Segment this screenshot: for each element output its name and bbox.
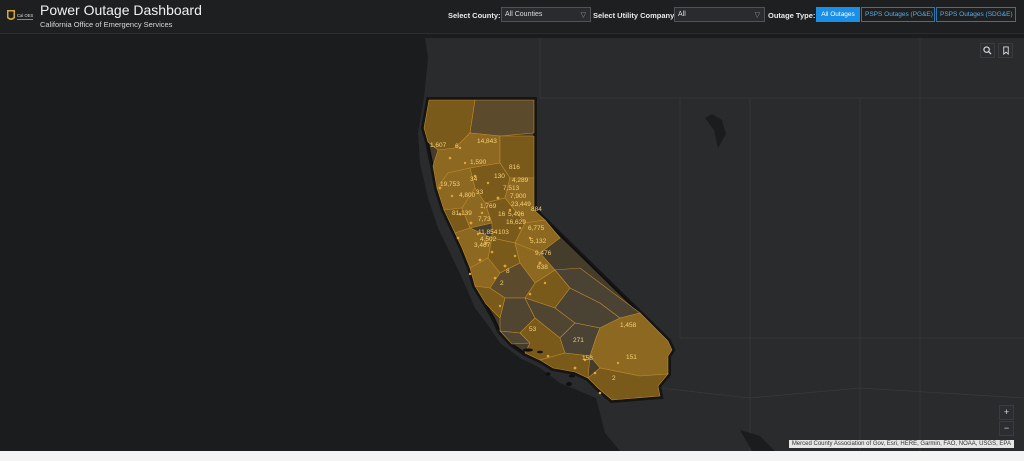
county-select-value: All Counties [505,11,543,18]
count-label: 14,843 [477,138,497,145]
count-label: 81,139 [452,210,472,217]
count-label: 816 [509,164,520,171]
count-label: 6,775 [528,225,545,232]
all-outages-button[interactable]: All Outages [816,7,860,22]
county-filter-label: Select County: [448,11,501,20]
count-label: 103 [498,229,509,236]
count-label: 3,467 [474,242,491,249]
svg-text:Cal OES: Cal OES [17,13,33,18]
count-label: 4,800 [459,192,476,199]
cal-oes-logo: Cal OES [7,10,33,20]
count-label: 271 [573,337,584,344]
psps-pge-button[interactable]: PSPS Outages (PG&E) [861,7,935,22]
county-select[interactable]: All Counties ▽ [501,7,591,22]
count-label: 4,289 [512,177,529,184]
count-label: 884 [531,206,542,213]
dashboard-header: Cal OES Power Outage Dashboard Californi… [0,0,1024,34]
count-label: 1,590 [470,159,487,166]
count-label: 6 [455,143,459,150]
utility-select[interactable]: All ▽ [674,7,765,22]
count-label: 638 [537,264,548,271]
count-label: 8 [506,268,510,275]
count-label: 16 [498,211,506,218]
page-subtitle: California Office of Emergency Services [40,20,173,29]
count-label: 16,629 [506,219,526,226]
count-label: 151 [626,354,637,361]
count-label: 5,132 [530,238,547,245]
count-label: 9,476 [535,250,552,257]
map-bookmark-button[interactable] [998,43,1013,58]
count-label: 23,449 [511,201,531,208]
page-title: Power Outage Dashboard [40,2,202,18]
count-label: 5,496 [508,211,525,218]
utility-select-value: All [678,11,686,18]
count-label: 1,607 [430,142,447,149]
utility-filter-label: Select Utility Company [593,11,675,20]
count-label: 2 [612,375,616,382]
count-label: 158 [582,355,593,362]
footer-bar [0,451,1024,461]
map-attribution: Merced County Association of Gov, Esri, … [788,440,1014,448]
chevron-down-icon: ▽ [580,12,586,19]
map-search-button[interactable] [980,43,995,58]
count-label: 2 [500,280,504,287]
zoom-in-button[interactable]: + [999,405,1014,420]
count-label: 1,458 [620,322,637,329]
search-icon [983,46,992,55]
count-label: 33 [476,189,484,196]
count-label: 11,854 [478,229,498,236]
count-label: 34 [470,176,478,183]
count-label: 19,753 [440,181,460,188]
count-label: 7,900 [510,193,527,200]
outage-map[interactable]: 1,607 6 14,843 1,590 816 34 4,289 130 7,… [0,38,1024,451]
count-label: 53 [529,326,537,333]
count-label: 7,73 [478,216,491,223]
map-canvas: 1,607 6 14,843 1,590 816 34 4,289 130 7,… [418,38,1024,451]
count-label: 130 [494,173,505,180]
psps-sdge-button[interactable]: PSPS Outages (SDG&E) [936,7,1016,22]
chevron-down-icon: ▽ [754,12,760,19]
bookmark-icon [1002,46,1009,56]
count-label: 7,513 [503,185,520,192]
zoom-out-button[interactable]: − [999,421,1014,436]
outage-type-label: Outage Type: [768,11,816,20]
count-label: 1,769 [480,203,497,210]
